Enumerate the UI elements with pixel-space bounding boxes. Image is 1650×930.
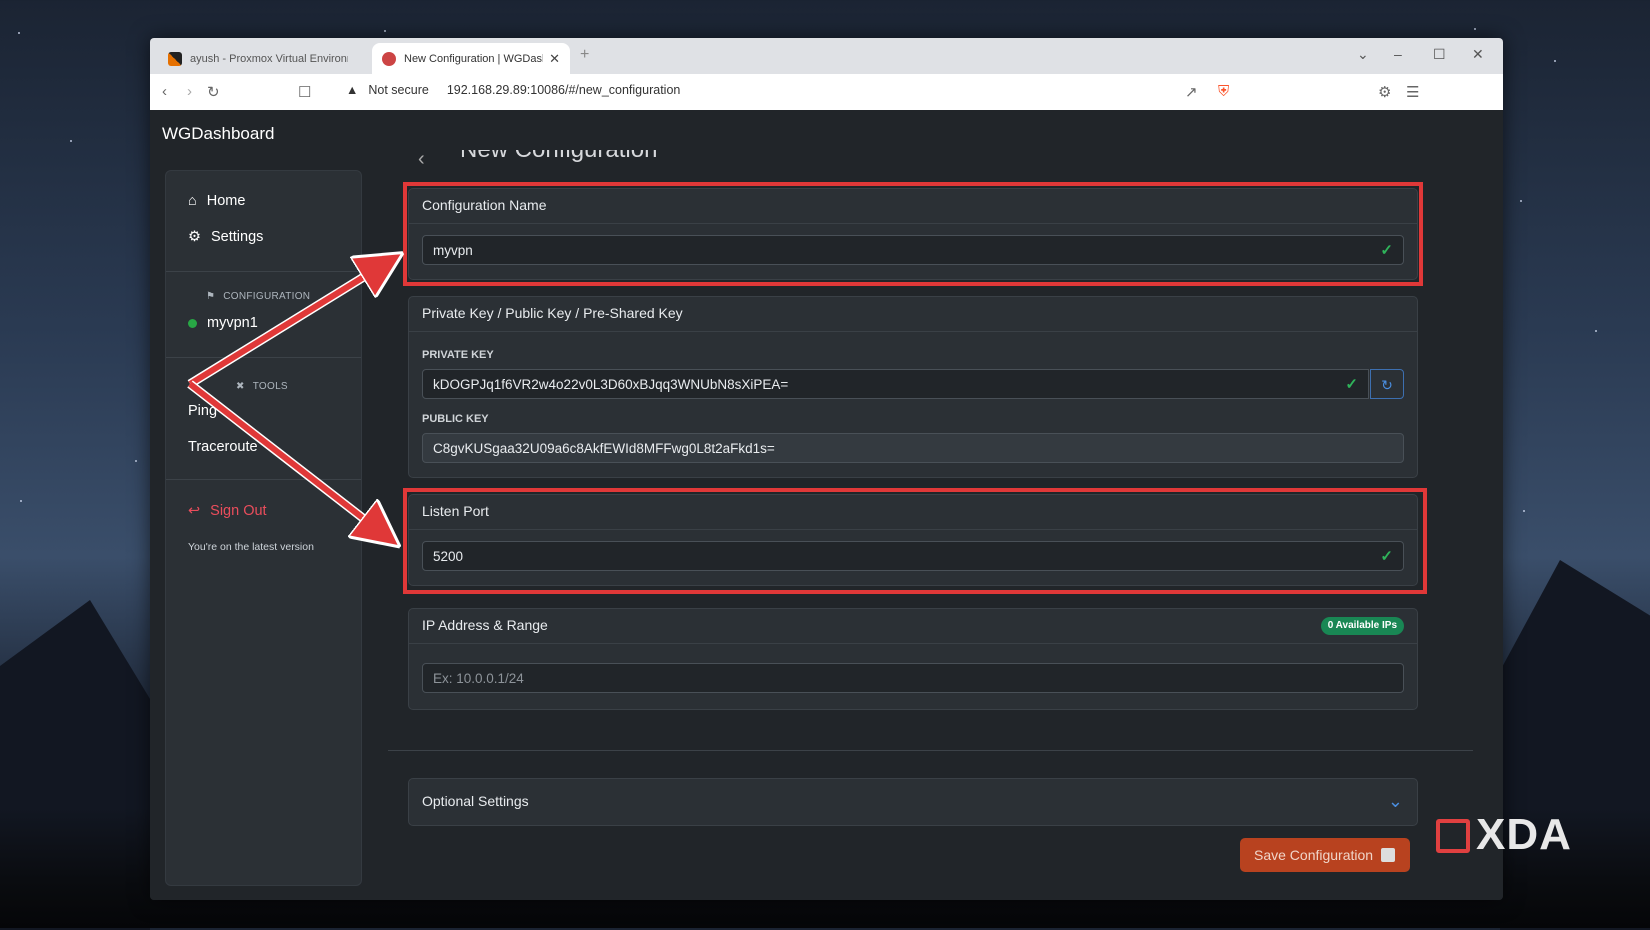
available-ips-badge: 0 Available IPs — [1320, 617, 1404, 635]
tools-heading: ✖ TOOLS — [236, 381, 288, 392]
tools-icon: ✖ — [236, 381, 245, 392]
browser-window: ayush - Proxmox Virtual Environme New Co… — [150, 38, 1503, 900]
tab-bar: ayush - Proxmox Virtual Environme New Co… — [150, 38, 1503, 74]
highlight-config-name — [403, 182, 1423, 286]
save-configuration-button[interactable]: Save Configuration — [1240, 838, 1410, 872]
reload-icon[interactable]: ↻ — [207, 83, 220, 101]
proxmox-icon — [168, 51, 182, 66]
sidebar-divider — [166, 357, 361, 358]
url-text: 192.168.29.89:10086/#/new_configuration — [446, 83, 681, 97]
configurations-heading: ⚑ CONFIGURATION — [206, 291, 311, 302]
menu-icon[interactable]: ☰ — [1406, 83, 1419, 101]
tab-proxmox[interactable]: ayush - Proxmox Virtual Environme — [158, 43, 348, 74]
back-arrow-icon[interactable]: ‹ — [418, 148, 425, 171]
xda-logo-icon — [1436, 819, 1470, 853]
optional-settings-heading: Optional Settings ⌄ — [409, 779, 1417, 823]
minimize-icon[interactable]: – — [1394, 46, 1402, 62]
sidebar-item-settings[interactable]: ⚙ Settings — [188, 229, 263, 245]
keys-heading: Private Key / Public Key / Pre-Shared Ke… — [409, 297, 1417, 332]
brand-title: WGDashboard — [162, 124, 275, 143]
ip-range-heading: IP Address & Range 0 Available IPs — [409, 609, 1417, 644]
sidebar-item-home[interactable]: ⌂ Home — [188, 193, 245, 209]
regenerate-key-button[interactable]: ↻ — [1370, 369, 1404, 399]
share-icon[interactable]: ↗ — [1185, 83, 1198, 101]
tab-search-chevron-icon[interactable]: ⌄ — [1357, 46, 1369, 63]
sidebar-divider — [166, 271, 361, 272]
gear-icon: ⚙ — [188, 229, 201, 245]
xda-watermark: XDA — [1436, 810, 1572, 860]
optional-settings-card[interactable]: Optional Settings ⌄ — [408, 778, 1418, 826]
sidebar-item-ping[interactable]: Ping — [188, 403, 217, 419]
ip-range-input[interactable]: Ex: 10.0.0.1/24 — [422, 663, 1404, 693]
back-icon[interactable]: ‹ — [162, 83, 167, 100]
check-icon: ✓ — [1345, 376, 1358, 393]
new-tab-icon[interactable]: + — [580, 46, 589, 64]
chevron-down-icon: ⌄ — [1387, 791, 1403, 811]
page-title: New Configuration — [460, 136, 658, 163]
keys-card: Private Key / Public Key / Pre-Shared Ke… — [408, 296, 1418, 478]
sign-out-button[interactable]: ↩ Sign Out — [188, 503, 267, 519]
save-icon — [1381, 848, 1396, 862]
maximize-icon[interactable]: ☐ — [1433, 46, 1446, 63]
sidebar-item-myvpn1[interactable]: myvpn1 — [188, 315, 258, 331]
public-key-input[interactable]: C8gvKUSgaa32U09a6c8AkfEWId8MFFwg0L8t2aFk… — [422, 433, 1404, 463]
close-window-icon[interactable]: ✕ — [1472, 46, 1484, 63]
flag-icon: ⚑ — [206, 291, 216, 302]
brave-shield-icon[interactable]: ⛨ — [1218, 83, 1229, 100]
section-divider — [388, 750, 1473, 751]
wgdashboard-icon — [382, 51, 396, 66]
address-bar[interactable]: ▲ Not secure 192.168.29.89:10086/#/new_c… — [346, 83, 680, 97]
bookmark-icon[interactable]: ☐ — [298, 83, 311, 101]
status-dot-icon — [188, 318, 197, 328]
extensions-icon[interactable]: ⚙ — [1378, 83, 1391, 101]
sign-out-icon: ↩ — [188, 503, 201, 519]
ip-range-card: IP Address & Range 0 Available IPs Ex: 1… — [408, 608, 1418, 710]
security-label: Not secure — [368, 83, 429, 97]
public-key-label: PUBLIC KEY — [422, 413, 489, 425]
tab-new-configuration[interactable]: New Configuration | WGDashb ✕ — [372, 43, 570, 74]
forward-icon[interactable]: › — [187, 83, 192, 100]
version-text: You're on the latest version — [188, 541, 314, 553]
home-icon: ⌂ — [188, 193, 197, 209]
private-key-input[interactable]: kDOGPJq1f6VR2w4o22v0L3D60xBJqq3WNUbN8sXi… — [422, 369, 1369, 399]
app-area: WGDashboard ⌂ Home ⚙ Settings ⚑ CONFIGUR… — [150, 110, 1503, 900]
highlight-listen-port — [403, 488, 1427, 594]
sidebar: ⌂ Home ⚙ Settings ⚑ CONFIGURATION myvpn1… — [165, 170, 362, 886]
sidebar-divider — [166, 479, 361, 480]
browser-toolbar: ‹ › ↻ ☐ ▲ Not secure 192.168.29.89:10086… — [150, 74, 1503, 111]
close-tab-icon[interactable]: ✕ — [549, 51, 560, 67]
sidebar-item-traceroute[interactable]: Traceroute — [188, 439, 258, 455]
warning-icon: ▲ — [346, 83, 359, 97]
private-key-label: PRIVATE KEY — [422, 349, 494, 361]
